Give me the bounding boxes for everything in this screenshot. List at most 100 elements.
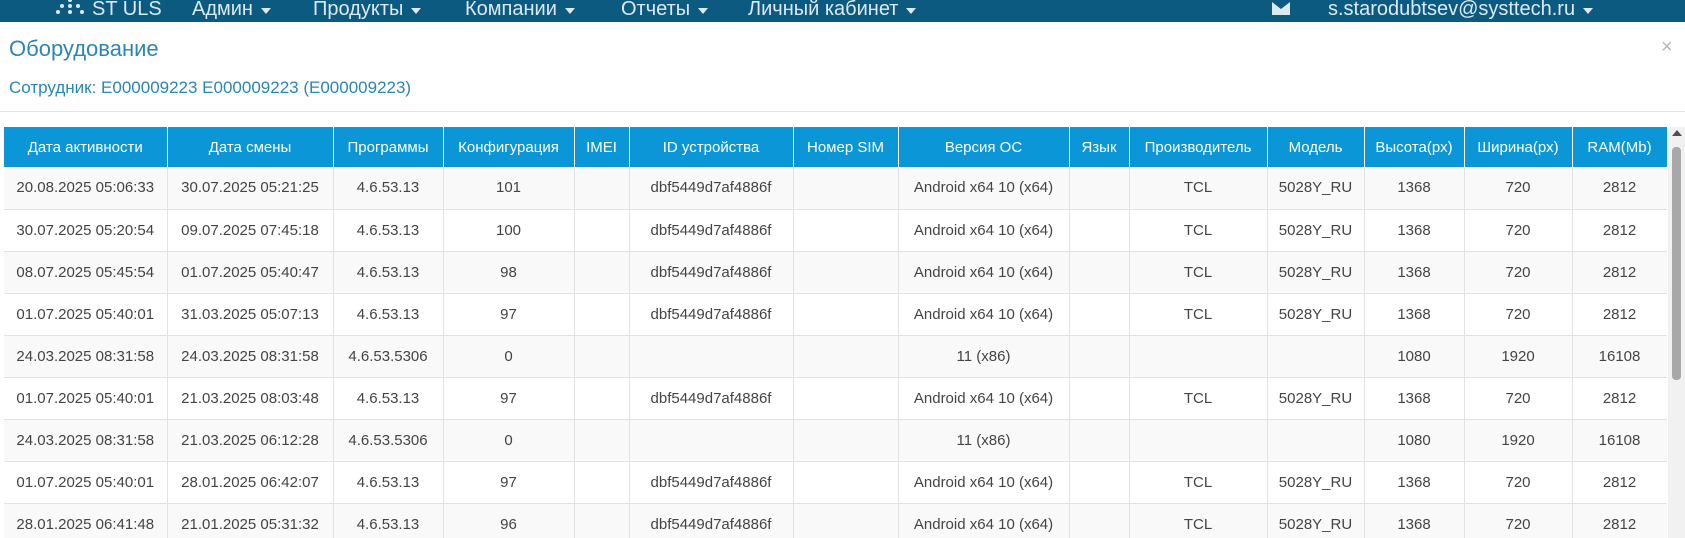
table-cell — [1069, 209, 1130, 252]
column-header-os-version[interactable]: Версия ОС — [898, 127, 1070, 167]
table-cell: 4.6.53.13 — [333, 461, 444, 504]
scrollbar-thumb[interactable] — [1672, 147, 1681, 380]
table-cell: 24.03.2025 08:31:58 — [4, 419, 168, 462]
table-row[interactable]: 24.03.2025 08:31:58 24.03.2025 08:31:58 4.… — [4, 335, 1667, 378]
column-header-programs[interactable]: Программы — [333, 127, 444, 167]
nav-menu-label: Отчеты — [621, 0, 691, 20]
nav-menu-products[interactable]: Продукты — [313, 0, 422, 22]
column-header-imei[interactable]: IMEI — [574, 127, 630, 167]
modal-title: Оборудование — [9, 36, 159, 61]
table-cell: 2812 — [1572, 377, 1667, 420]
table-cell: 21.01.2025 05:31:32 — [167, 503, 334, 538]
table-cell: 24.03.2025 08:31:58 — [4, 335, 168, 378]
table-cell: TCL — [1129, 167, 1268, 210]
column-header-model[interactable]: Модель — [1267, 127, 1365, 167]
table-cell: TCL — [1129, 251, 1268, 294]
envelope-icon[interactable] — [1272, 2, 1290, 15]
table-cell: 1368 — [1364, 293, 1465, 336]
table-cell: 4.6.53.13 — [333, 293, 444, 336]
table-cell: 97 — [443, 461, 575, 504]
table-cell: 720 — [1464, 293, 1573, 336]
table-row[interactable]: 20.08.2025 05:06:33 30.07.2025 05:21:25 4.… — [4, 167, 1667, 210]
table-cell: 98 — [443, 251, 575, 294]
table-row[interactable]: 30.07.2025 05:20:54 09.07.2025 07:45:18 4.… — [4, 209, 1667, 252]
table-row[interactable]: 28.01.2025 06:41:48 21.01.2025 05:31:32 4.… — [4, 503, 1667, 538]
table-cell: 11 (x86) — [898, 335, 1070, 378]
table-cell: 01.07.2025 05:40:47 — [167, 251, 334, 294]
column-header-manufacturer[interactable]: Производитель — [1129, 127, 1268, 167]
scroll-up-arrow-icon[interactable] — [1672, 130, 1682, 136]
table-cell: TCL — [1129, 461, 1268, 504]
table-cell: Android x64 10 (x64) — [898, 209, 1070, 252]
column-header-ram[interactable]: RAM(Mb) — [1572, 127, 1667, 167]
table-row[interactable]: 01.07.2025 05:40:01 31.03.2025 05:07:13 4.… — [4, 293, 1667, 336]
table-cell: Android x64 10 (x64) — [898, 461, 1070, 504]
table-cell: 720 — [1464, 251, 1573, 294]
table-cell: TCL — [1129, 377, 1268, 420]
nav-menu-personal-account[interactable]: Личный кабинет — [748, 0, 917, 22]
table-cell — [574, 503, 630, 538]
table-cell — [1267, 419, 1365, 462]
table-cell — [1069, 377, 1130, 420]
table-row[interactable]: 01.07.2025 05:40:01 21.03.2025 08:03:48 4.… — [4, 377, 1667, 420]
column-header-configuration[interactable]: Конфигурация — [443, 127, 575, 167]
table-cell — [574, 419, 630, 462]
column-header-height[interactable]: Высота(px) — [1364, 127, 1465, 167]
table-cell — [1069, 251, 1130, 294]
table-cell — [574, 167, 630, 210]
table-cell: 21.03.2025 06:12:28 — [167, 419, 334, 462]
table-cell: 5028Y_RU — [1267, 293, 1365, 336]
nav-menu-reports[interactable]: Отчеты — [621, 0, 709, 22]
table-cell: 2812 — [1572, 293, 1667, 336]
table-cell — [629, 335, 794, 378]
table-cell: 2812 — [1572, 503, 1667, 538]
user-menu[interactable]: s.starodubtsev@systtech.ru — [1328, 0, 1594, 22]
table-cell: dbf5449d7af4886f — [629, 461, 794, 504]
equipment-table-container: Дата активности Дата смены Программы Кон… — [4, 127, 1667, 538]
table-cell: TCL — [1129, 503, 1268, 538]
table-cell: dbf5449d7af4886f — [629, 293, 794, 336]
close-icon[interactable]: × — [1661, 36, 1673, 59]
table-cell — [793, 377, 899, 420]
table-cell: Android x64 10 (x64) — [898, 377, 1070, 420]
table-cell — [1129, 335, 1268, 378]
nav-menu-companies[interactable]: Компании — [465, 0, 575, 22]
table-cell: 97 — [443, 293, 575, 336]
table-cell — [574, 209, 630, 252]
column-header-sim-number[interactable]: Номер SIM — [793, 127, 899, 167]
table-cell: 09.07.2025 07:45:18 — [167, 209, 334, 252]
table-row[interactable]: 08.07.2025 05:45:54 01.07.2025 05:40:47 4.… — [4, 251, 1667, 294]
table-cell — [1069, 293, 1130, 336]
top-navbar: ST ULS Админ Продукты Компании Отчеты Ли… — [0, 0, 1685, 22]
column-header-width[interactable]: Ширина(px) — [1464, 127, 1573, 167]
table-cell: dbf5449d7af4886f — [629, 209, 794, 252]
table-cell: 11 (x86) — [898, 419, 1070, 462]
table-cell — [574, 251, 630, 294]
table-cell — [629, 419, 794, 462]
table-cell — [1069, 167, 1130, 210]
table-cell: dbf5449d7af4886f — [629, 377, 794, 420]
vertical-scrollbar[interactable] — [1668, 127, 1685, 538]
table-cell — [1129, 419, 1268, 462]
nav-menu-label: Админ — [192, 0, 253, 20]
table-cell: 720 — [1464, 503, 1573, 538]
table-cell: TCL — [1129, 293, 1268, 336]
brand-link[interactable]: ST ULS — [56, 0, 162, 22]
table-row[interactable]: 24.03.2025 08:31:58 21.03.2025 06:12:28 4.… — [4, 419, 1667, 462]
column-header-language[interactable]: Язык — [1069, 127, 1130, 167]
table-row[interactable]: 01.07.2025 05:40:01 28.01.2025 06:42:07 4.… — [4, 461, 1667, 504]
table-cell: 100 — [443, 209, 575, 252]
table-cell: 101 — [443, 167, 575, 210]
table-cell: 720 — [1464, 377, 1573, 420]
table-cell — [793, 335, 899, 378]
table-cell: 720 — [1464, 461, 1573, 504]
column-header-change-date[interactable]: Дата смены — [167, 127, 334, 167]
nav-menu-admin[interactable]: Админ — [192, 0, 271, 22]
column-header-device-id[interactable]: ID устройства — [629, 127, 794, 167]
table-cell: 1368 — [1364, 461, 1465, 504]
table-cell: 720 — [1464, 167, 1573, 210]
column-header-activity-date[interactable]: Дата активности — [4, 127, 168, 167]
table-cell — [793, 419, 899, 462]
table-cell — [793, 461, 899, 504]
user-email: s.starodubtsev@systtech.ru — [1328, 0, 1576, 20]
